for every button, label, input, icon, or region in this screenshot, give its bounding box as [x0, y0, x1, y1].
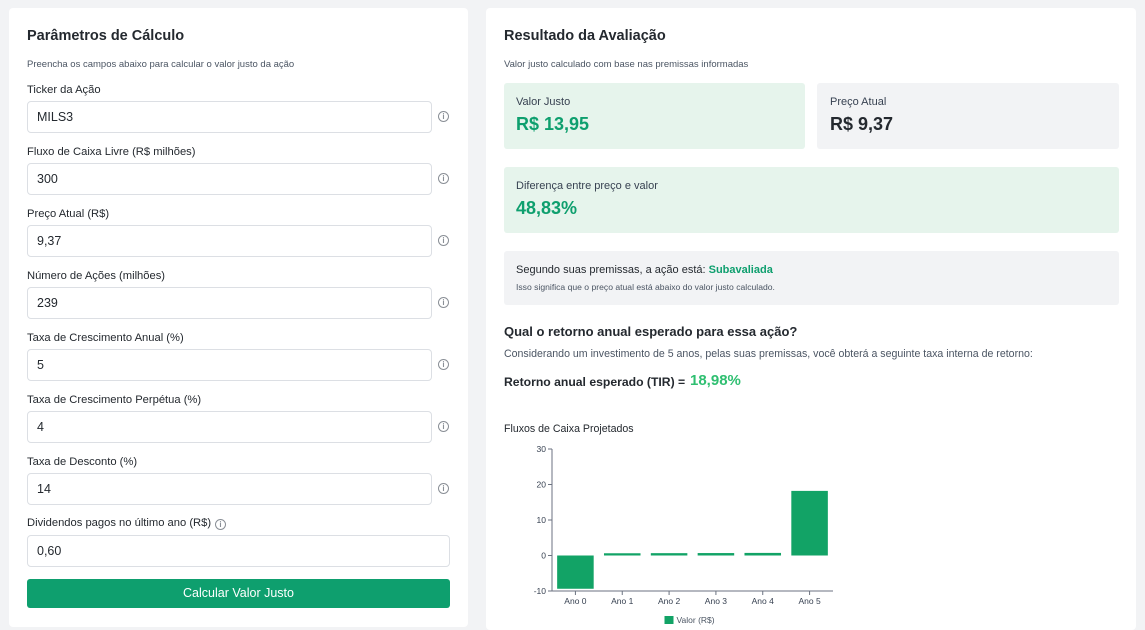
info-icon[interactable]: i: [438, 483, 449, 494]
y-tick-label: -10: [534, 586, 547, 596]
annual-growth-input[interactable]: 5: [27, 349, 432, 381]
calculate-fair-value-button[interactable]: Calcular Valor Justo: [27, 579, 450, 608]
free-cash-flow-label: Fluxo de Caixa Livre (R$ milhões): [27, 146, 196, 158]
parameters-title: Parâmetros de Cálculo: [27, 28, 185, 44]
info-icon[interactable]: i: [438, 111, 449, 122]
y-tick-label: 30: [537, 444, 547, 454]
y-tick-label: 10: [537, 515, 547, 525]
legend-label: Valor (R$): [677, 615, 715, 625]
dividends-input[interactable]: 0,60: [27, 535, 450, 567]
x-tick-label: Ano 5: [798, 596, 820, 606]
info-icon[interactable]: i: [438, 235, 449, 246]
info-icon[interactable]: i: [438, 421, 449, 432]
y-tick-label: 20: [537, 480, 547, 490]
chart-bar: [603, 553, 641, 556]
info-icon[interactable]: i: [438, 297, 449, 308]
y-tick-label: 0: [541, 551, 546, 561]
parameters-subtitle: Preencha os campos abaixo para calcular …: [27, 59, 295, 70]
discount-rate-input[interactable]: 14: [27, 473, 432, 505]
info-icon[interactable]: i: [438, 359, 449, 370]
current-price-label: Preço Atual (R$): [27, 208, 110, 220]
x-tick-label: Ano 1: [611, 596, 633, 606]
perpetual-growth-label: Taxa de Crescimento Perpétua (%): [27, 394, 202, 406]
chart-bar: [744, 552, 782, 556]
ticker-input[interactable]: MILS3: [27, 101, 432, 133]
current-price-input[interactable]: 9,37: [27, 225, 432, 257]
x-tick-label: Ano 4: [752, 596, 774, 606]
info-icon[interactable]: i: [438, 173, 449, 184]
legend-swatch: [664, 616, 674, 624]
chart-bar: [650, 553, 688, 556]
info-icon[interactable]: i: [215, 519, 226, 530]
dividends-label: Dividendos pagos no último ano (R$): [27, 517, 212, 529]
cash-flow-chart: -10 0 10 20 30 Ano 0 Ano 1 Ano 2 Ano 3 Ano 4 Ano 5…: [534, 444, 833, 625]
discount-rate-label: Taxa de Desconto (%): [27, 456, 138, 468]
chart-bar: [791, 490, 828, 556]
ticker-label: Ticker da Ação: [27, 84, 101, 96]
chart-bar: [557, 555, 594, 589]
results-card: Resultado da Avaliação Valor justo calcu…: [486, 8, 1136, 630]
x-tick-label: Ano 3: [705, 596, 727, 606]
annual-growth-label: Taxa de Crescimento Anual (%): [27, 332, 184, 344]
free-cash-flow-input[interactable]: 300: [27, 163, 432, 195]
shares-count-label: Número de Ações (milhões): [27, 270, 166, 282]
parameters-card: Parâmetros de Cálculo Preencha os campos…: [9, 8, 468, 627]
chart-bar: [697, 553, 735, 556]
perpetual-growth-input[interactable]: 4: [27, 411, 432, 443]
shares-count-input[interactable]: 239: [27, 287, 432, 319]
x-tick-label: Ano 0: [564, 596, 586, 606]
x-tick-label: Ano 2: [658, 596, 680, 606]
